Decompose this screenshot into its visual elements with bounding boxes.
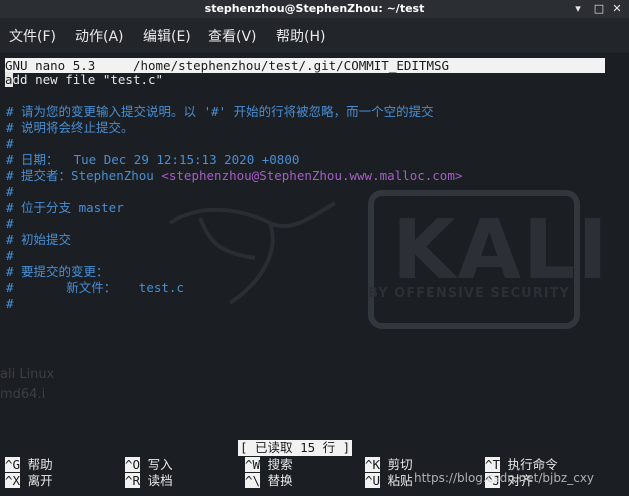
committer-prefix: # 提交者：StephenZhou [6, 168, 162, 183]
window-titlebar[interactable]: stephenzhou@StephenZhou: ~/test ▾ □ ✕ [0, 0, 629, 18]
menu-action[interactable]: 动作(A) [75, 26, 124, 46]
editor-comment-line: # [6, 184, 14, 199]
shortcut-key: ^\ [245, 473, 261, 488]
shortcut-key: ^U [365, 473, 381, 488]
text-cursor: a [5, 72, 13, 87]
editor-comment-line: # [6, 296, 14, 311]
kali-logo: KALI [392, 203, 610, 298]
shortcut-key: ^O [125, 457, 141, 472]
editor-comment-line: # 提交者：StephenZhou <stephenzhou@StephenZh… [6, 168, 462, 184]
shortcut-paste[interactable]: ^U 粘贴 [365, 473, 413, 489]
shortcut-key: ^T [485, 457, 501, 472]
editor-comment-line: # 日期： Tue Dec 29 12:15:13 2020 +0800 [6, 152, 300, 167]
window-title: stephenzhou@StephenZhou: ~/test [204, 2, 425, 15]
shortcut-key: ^R [125, 473, 141, 488]
shortcut-key: ^X [5, 473, 21, 488]
shortcut-label: 读档 [147, 473, 173, 488]
shortcut-label: 剪切 [387, 457, 413, 472]
shortcut-label: 帮助 [27, 457, 53, 472]
editor-comment-line: # 请为您的变更输入提交说明。以 '#' 开始的行将被忽略，而一个空的提交 [6, 104, 434, 119]
shortcut-replace[interactable]: ^\ 替换 [245, 473, 293, 489]
maximize-icon[interactable]: □ [591, 1, 607, 17]
nano-version: GNU nano 5.3 [5, 58, 96, 73]
shortcut-read-file[interactable]: ^R 读档 [125, 473, 173, 489]
editor-comment-line: # 新文件： test.c [6, 280, 184, 295]
shortcut-label: 替换 [267, 473, 293, 488]
kali-logo-subtitle: BY OFFENSIVE SECURITY [368, 286, 570, 301]
shortcut-write[interactable]: ^O 写入 [125, 457, 173, 473]
committer-email: <stephenzhou@StephenZhou.www.malloc.com> [161, 168, 463, 183]
editor-comment-line: # 说明将会终止提交。 [6, 120, 134, 135]
desktop-label: ali Linux [0, 367, 55, 382]
close-icon[interactable]: ✕ [609, 1, 625, 17]
menu-file[interactable]: 文件(F) [9, 26, 56, 46]
shortcut-label: 离开 [27, 473, 53, 488]
commit-message-text: dd new file "test.c" [12, 72, 164, 87]
menu-edit[interactable]: 编辑(E) [143, 26, 191, 46]
shortcut-label: 写入 [147, 457, 173, 472]
minimize-icon[interactable]: ▾ [570, 1, 586, 17]
shortcut-key: ^G [5, 457, 21, 472]
nano-file-path: /home/stephenzhou/test/.git/COMMIT_EDITM… [132, 58, 450, 73]
shortcut-label: 搜索 [267, 457, 293, 472]
watermark: https://blog.csdn.net/bjbz_cxy [414, 471, 595, 485]
editor-comment-line: # 要提交的变更： [6, 264, 109, 279]
shortcut-exit[interactable]: ^X 离开 [5, 473, 53, 489]
shortcut-help[interactable]: ^G 帮助 [5, 457, 53, 473]
editor-line-commit-message[interactable]: add new file "test.c" [5, 72, 163, 88]
desktop-label: md64.i [0, 387, 46, 402]
editor-comment-line: # [6, 136, 14, 151]
shortcut-label: 执行命令 [507, 457, 558, 472]
shortcut-label: 粘贴 [387, 473, 413, 488]
editor-comment-line: # [6, 248, 14, 263]
menubar: 文件(F) 动作(A) 编辑(E) 查看(V) 帮助(H) [0, 18, 629, 53]
editor-comment-line: # 位于分支 master [6, 200, 124, 215]
menu-help[interactable]: 帮助(H) [276, 26, 325, 46]
shortcut-key: ^W [245, 457, 261, 472]
menu-view[interactable]: 查看(V) [208, 26, 257, 46]
nano-header: GNU nano 5.3 /home/stephenzhou/test/.git… [5, 58, 605, 73]
shortcut-key: ^K [365, 457, 381, 472]
kali-dragon-icon [168, 201, 337, 305]
shortcut-cut[interactable]: ^K 剪切 [365, 457, 413, 473]
nano-status-bar: [ 已读取 15 行 ] [238, 440, 353, 456]
shortcut-search[interactable]: ^W 搜索 [245, 457, 293, 473]
terminal-area[interactable]: KALI BY OFFENSIVE SECURITY ali Linux md6… [0, 53, 629, 496]
editor-comment-line: # 初始提交 [6, 232, 72, 247]
editor-comment-line: # [6, 216, 14, 231]
